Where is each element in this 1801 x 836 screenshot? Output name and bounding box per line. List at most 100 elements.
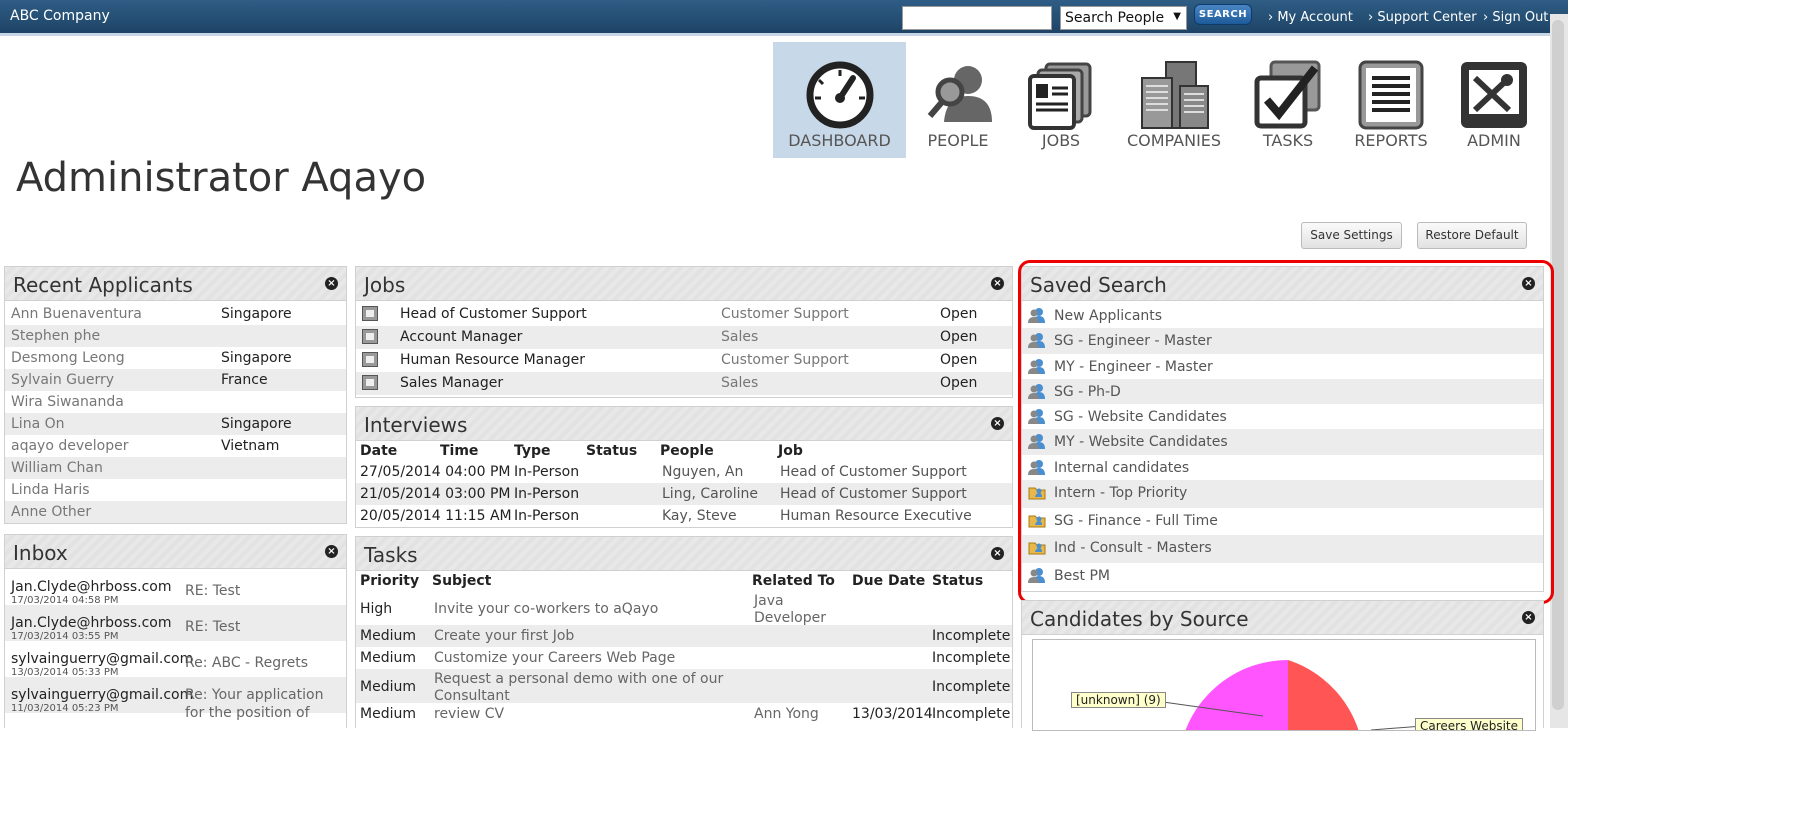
close-icon[interactable]: × (991, 547, 1004, 560)
table-row[interactable]: Sales Manager Sales Open (356, 372, 1012, 395)
tasks-title: Tasks (364, 543, 418, 567)
list-item[interactable]: aqayo developer Vietnam (5, 435, 346, 457)
inbox-panel: Inbox × Jan.Clyde@hrboss.com 17/03/2014 04… (4, 534, 347, 728)
sign-out-link[interactable]: › Sign Out (1483, 10, 1548, 25)
applicant-name: aqayo developer (11, 438, 129, 454)
restore-default-button[interactable]: Restore Default (1417, 222, 1527, 249)
inbox-message[interactable]: sylvainguerry@gmail.com 13/03/2014 05:33 … (5, 641, 346, 678)
table-row[interactable]: 27/05/2014 04:00 PM In-Person Nguyen, An He… (356, 461, 1012, 483)
tasks-table-header: Priority Subject Related To Due Date Status (356, 571, 1012, 591)
table-row[interactable]: 21/05/2014 03:00 PM In-Person Ling, Caroli… (356, 483, 1012, 505)
applicant-name: Sylvain Guerry (11, 372, 115, 388)
job-card-icon (362, 306, 378, 321)
interviews-panel: Interviews × Date Time Type Status People Job … (355, 406, 1013, 528)
job-department: Sales (721, 329, 759, 345)
close-icon[interactable]: × (325, 545, 338, 558)
nav-reports[interactable]: REPORTS (1340, 42, 1442, 158)
nav-people[interactable]: PEOPLE (906, 42, 1010, 158)
message-from: Jan.Clyde@hrboss.com (11, 579, 172, 595)
interviews-title: Interviews (364, 413, 468, 437)
admin-tools-icon (1461, 62, 1527, 128)
dashboard-gauge-icon (806, 61, 873, 129)
nav-companies[interactable]: COMPANIES (1112, 42, 1236, 158)
column-header: Related To (752, 573, 835, 589)
applicant-location: Singapore (221, 416, 292, 432)
column-header: Job (778, 443, 803, 459)
job-card-icon (362, 352, 378, 367)
candidates-by-source-header: Candidates by Source × (1022, 601, 1543, 635)
candidates-by-source-title: Candidates by Source (1030, 607, 1249, 631)
nav-dashboard[interactable]: DASHBOARD (773, 42, 906, 158)
jobs-header: Jobs × (356, 267, 1012, 301)
inbox-message[interactable]: sylvainguerry@gmail.com 11/03/2014 05:23 … (5, 677, 346, 721)
list-item[interactable]: William Chan (5, 457, 346, 479)
message-from: Jan.Clyde@hrboss.com (11, 615, 172, 631)
list-item[interactable]: Sylvain Guerry France (5, 369, 346, 391)
job-status: Open (940, 306, 978, 322)
applicant-location: Singapore (221, 306, 292, 322)
list-item[interactable]: Stephen phe (5, 325, 346, 347)
interviews-header: Interviews × (356, 407, 1012, 441)
table-row[interactable]: Human Resource Manager Customer Support Op… (356, 349, 1012, 372)
list-item[interactable]: Anne Other (5, 501, 346, 523)
search-button[interactable]: SEARCH (1194, 4, 1252, 25)
table-row[interactable]: Medium Request a personal demo with one o… (356, 669, 1012, 704)
message-subject: Re: ABC - Regrets (185, 655, 308, 671)
table-row[interactable]: 20/05/2014 11:15 AM In-Person Kay, Steve Hu… (356, 505, 1012, 527)
column-header: People (660, 443, 714, 459)
column-header: Status (586, 443, 638, 459)
job-department: Customer Support (721, 306, 849, 322)
task-status: Incomplete (932, 706, 1011, 722)
search-type-select[interactable]: Search People ▼ (1060, 6, 1187, 30)
task-subject-cont: Consultant (434, 688, 510, 704)
job-status: Open (940, 352, 978, 368)
interview-type: In-Person (514, 486, 580, 502)
applicant-location: Singapore (221, 350, 292, 366)
table-row[interactable]: Medium Customize your Careers Web Page Inc… (356, 647, 1012, 669)
close-icon[interactable]: × (325, 277, 338, 290)
list-item[interactable]: Wira Siwananda (5, 391, 346, 413)
save-settings-button[interactable]: Save Settings (1301, 222, 1402, 249)
close-icon[interactable]: × (991, 417, 1004, 430)
people-search-icon (927, 66, 992, 122)
task-priority: Medium (360, 679, 416, 695)
pie-label-careers-website: Careers Website (1415, 718, 1524, 730)
list-item[interactable]: Desmong Leong Singapore (5, 347, 346, 369)
inbox-list: Jan.Clyde@hrboss.com 17/03/2014 04:58 PM R… (5, 569, 346, 721)
nav-admin[interactable]: ADMIN (1442, 42, 1546, 158)
column-header: Due Date (852, 573, 926, 589)
interviews-table-body: 27/05/2014 04:00 PM In-Person Nguyen, An He… (356, 461, 1012, 527)
recent-applicants-header: Recent Applicants × (5, 267, 346, 301)
table-row[interactable]: Head of Customer Support Customer Support… (356, 303, 1012, 326)
task-related: Ann Yong (754, 706, 819, 722)
column-header: Status (932, 573, 984, 589)
nav-tasks[interactable]: TASKS (1236, 42, 1340, 158)
table-row[interactable]: Medium review CV Ann Yong 13/03/2014 Incompl… (356, 703, 1012, 725)
table-row[interactable]: Account Manager Sales Open (356, 326, 1012, 349)
inbox-message[interactable]: Jan.Clyde@hrboss.com 17/03/2014 04:58 PM R… (5, 569, 346, 606)
companies-buildings-icon (1141, 61, 1209, 129)
search-input[interactable] (902, 6, 1052, 30)
nav-people-label: PEOPLE (927, 131, 989, 150)
nav-jobs-label: JOBS (1041, 131, 1081, 150)
inbox-message[interactable]: Jan.Clyde@hrboss.com 17/03/2014 03:55 PM R… (5, 605, 346, 642)
close-icon[interactable]: × (1522, 611, 1535, 624)
applicant-name: Anne Other (11, 504, 92, 520)
inbox-title: Inbox (13, 541, 68, 565)
nav-jobs[interactable]: JOBS (1010, 42, 1112, 158)
task-priority: Medium (360, 650, 416, 666)
my-account-link[interactable]: › My Account (1268, 10, 1353, 25)
list-item[interactable]: Lina On Singapore (5, 413, 346, 435)
table-row[interactable]: High Invite your co-workers to aQayo Java D… (356, 591, 1012, 626)
list-item[interactable]: Ann Buenaventura Singapore (5, 303, 346, 325)
tasks-panel: Tasks × Priority Subject Related To Due Date… (355, 536, 1013, 728)
applicant-location: France (221, 372, 268, 388)
job-title: Head of Customer Support (400, 306, 587, 322)
task-status: Incomplete (932, 679, 1011, 695)
list-item[interactable]: Linda Haris (5, 479, 346, 501)
column-header: Subject (432, 573, 492, 589)
close-icon[interactable]: × (991, 277, 1004, 290)
brand-name: ABC Company (10, 8, 110, 24)
table-row[interactable]: Medium Create your first Job Incomplete (356, 625, 1012, 647)
support-center-link[interactable]: › Support Center (1368, 10, 1477, 25)
